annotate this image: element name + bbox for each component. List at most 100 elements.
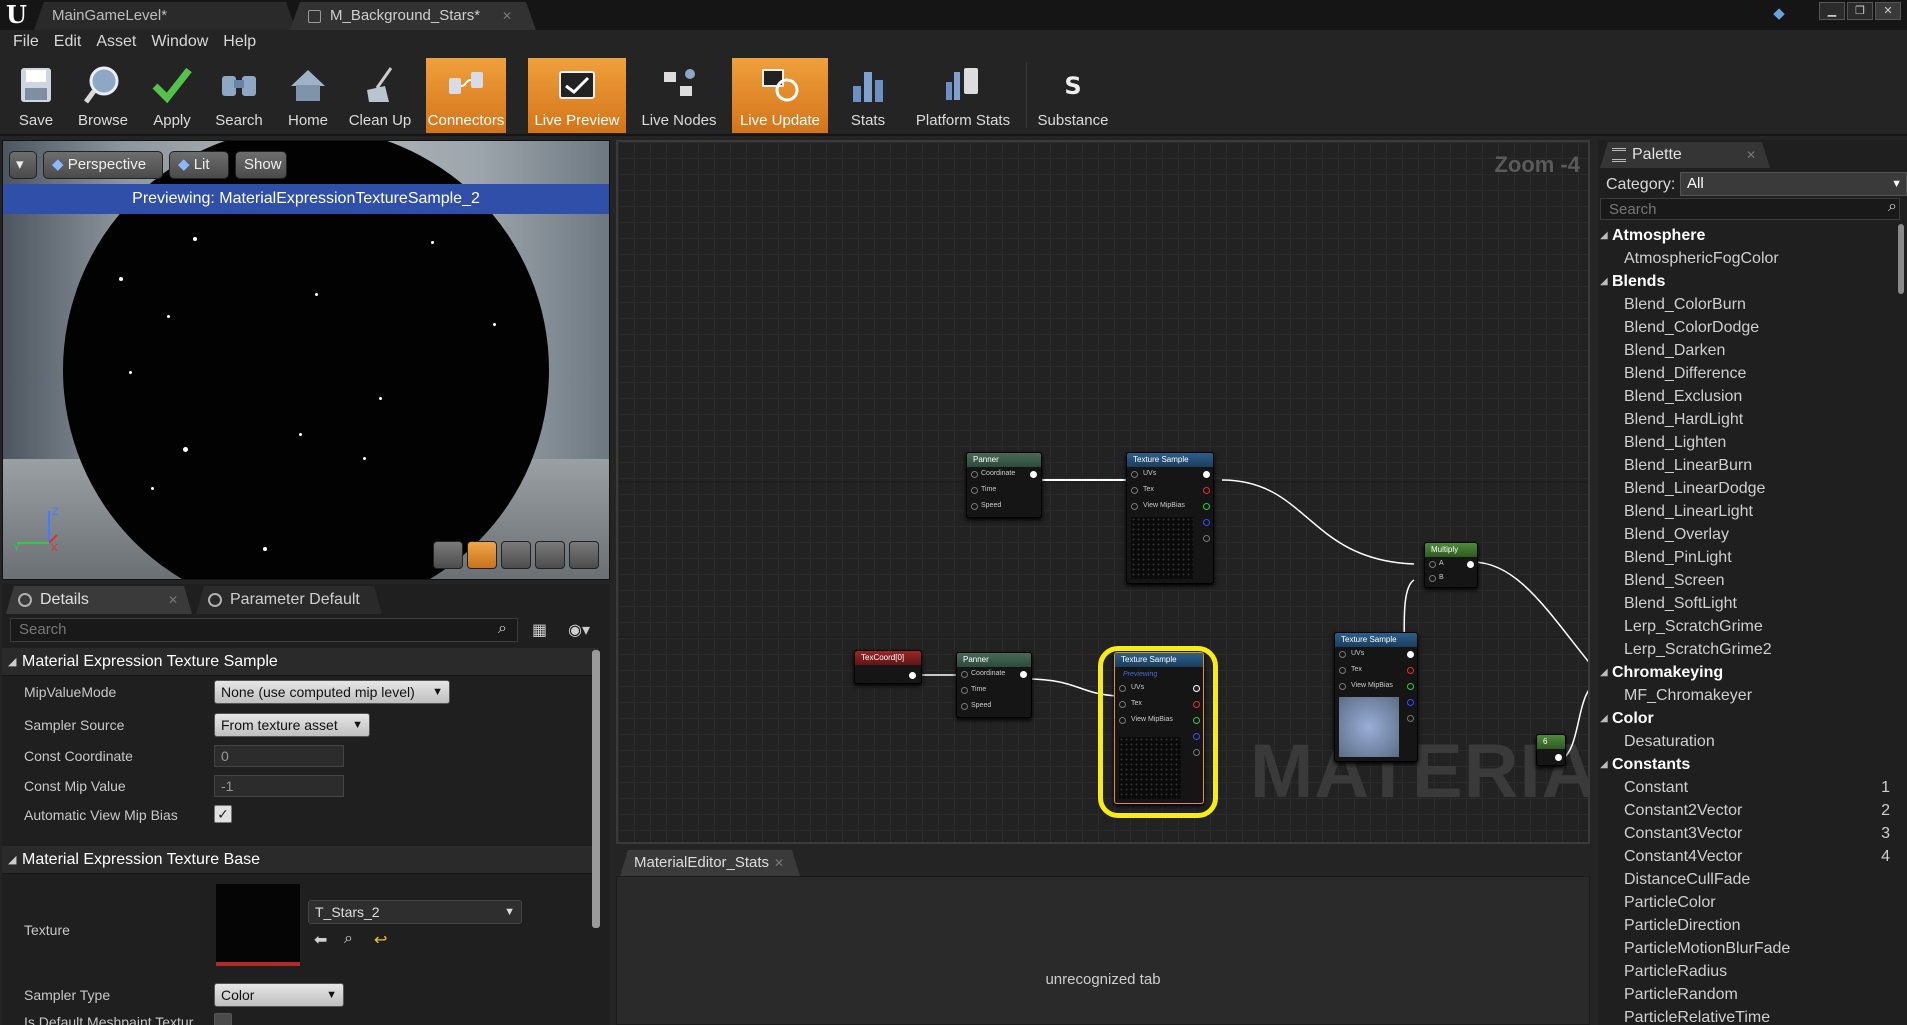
palette-item[interactable]: Desaturation — [1598, 730, 1898, 753]
view-options-grid-icon[interactable]: ▦ — [532, 620, 547, 640]
sampler-source-dropdown[interactable]: From texture asset ▼ — [214, 713, 370, 737]
close-tab-icon[interactable]: ✕ — [1746, 142, 1756, 168]
input-pin[interactable] — [971, 487, 978, 494]
menu-asset[interactable]: Asset — [89, 30, 144, 56]
section-texture-base[interactable]: ◢ Material Expression Texture Base — [2, 846, 598, 874]
palette-item[interactable]: ParticleColor — [1598, 891, 1898, 914]
use-selected-arrow-icon[interactable]: ⬅ — [314, 930, 327, 950]
feedback-icon[interactable]: ◆ — [1769, 4, 1789, 22]
unreal-logo-icon[interactable]: U — [6, 2, 30, 28]
live-preview-button[interactable]: Live Preview — [528, 58, 626, 133]
output-pin-r[interactable] — [1407, 667, 1414, 674]
palette-item[interactable]: Constant3Vector 3 — [1598, 822, 1898, 845]
viewport-options-dropdown[interactable]: ▾ — [9, 151, 37, 179]
output-pin[interactable] — [1467, 561, 1474, 568]
palette-item[interactable]: Blend_Exclusion — [1598, 385, 1898, 408]
input-pin[interactable] — [1131, 503, 1138, 510]
palette-item[interactable]: Blend_ColorDodge — [1598, 316, 1898, 339]
reset-to-default-icon[interactable]: ↩ — [374, 930, 387, 950]
constant-node[interactable]: 6 — [1536, 734, 1566, 766]
output-pin-g[interactable] — [1203, 503, 1210, 510]
texture-sample-node[interactable]: Texture Sample UVs Tex View MipBias — [1126, 452, 1214, 584]
palette-item[interactable]: Lerp_ScratchGrime — [1598, 615, 1898, 638]
tab-palette[interactable]: Palette ✕ — [1600, 142, 1770, 168]
palette-scrollbar[interactable] — [1898, 224, 1904, 294]
palette-item[interactable]: ParticleRandom — [1598, 983, 1898, 1006]
sphere-preview-icon[interactable] — [467, 541, 497, 569]
menu-file[interactable]: File — [6, 30, 47, 56]
live-nodes-button[interactable]: Live Nodes — [630, 58, 728, 133]
texcoord-node[interactable]: TexCoord[0] — [854, 650, 922, 684]
input-pin[interactable] — [971, 503, 978, 510]
search-button[interactable]: Search — [206, 58, 272, 133]
browse-search-icon[interactable]: ⌕ — [344, 930, 353, 948]
palette-item[interactable]: Blend_LinearLight — [1598, 500, 1898, 523]
input-pin[interactable] — [961, 671, 968, 678]
input-pin[interactable] — [1429, 561, 1436, 568]
const-mip-value-input[interactable]: -1 — [214, 775, 344, 797]
output-pin[interactable] — [1203, 471, 1210, 478]
default-meshpaint-checkbox[interactable] — [214, 1013, 232, 1025]
palette-item[interactable]: Blend_LinearBurn — [1598, 454, 1898, 477]
palette-item[interactable]: Blend_Screen — [1598, 569, 1898, 592]
output-pin[interactable] — [1407, 651, 1414, 658]
output-pin-a[interactable] — [1407, 715, 1414, 722]
palette-item[interactable]: Blend_Overlay — [1598, 523, 1898, 546]
palette-item[interactable]: Blend_SoftLight — [1598, 592, 1898, 615]
input-pin[interactable] — [1339, 683, 1346, 690]
input-pin[interactable] — [961, 703, 968, 710]
palette-item[interactable]: ParticleRelativeTime — [1598, 1006, 1898, 1025]
palette-item[interactable]: ParticleDirection — [1598, 914, 1898, 937]
output-pin-b[interactable] — [1407, 699, 1414, 706]
maximize-button[interactable]: ❐ — [1847, 2, 1873, 20]
tab-main-game-level[interactable]: MainGameLevel* — [34, 2, 296, 30]
plane-preview-icon[interactable] — [501, 541, 531, 569]
substance-button[interactable]: S Substance — [1030, 58, 1116, 133]
palette-item[interactable]: Blend_ColorBurn — [1598, 293, 1898, 316]
show-button[interactable]: Show — [235, 151, 287, 179]
palette-item[interactable]: Blend_Lighten — [1598, 431, 1898, 454]
palette-category[interactable]: ◢ Blends — [1598, 270, 1898, 293]
live-update-button[interactable]: Live Update — [732, 58, 828, 133]
palette-category[interactable]: ◢ Chromakeying — [1598, 661, 1898, 684]
palette-item[interactable]: ParticleMotionBlurFade — [1598, 937, 1898, 960]
material-graph-canvas[interactable]: Zoom -4 MATERIAL Panner Coordinate Time … — [616, 140, 1590, 844]
palette-category[interactable]: ◢ Color — [1598, 707, 1898, 730]
lit-button[interactable]: ◆ Lit — [169, 151, 229, 179]
menu-window[interactable]: Window — [144, 30, 216, 56]
palette-item[interactable]: DistanceCullFade — [1598, 868, 1898, 891]
palette-item[interactable]: Blend_Darken — [1598, 339, 1898, 362]
close-tab-icon[interactable]: ✕ — [502, 2, 512, 30]
teapot-preview-icon[interactable] — [569, 541, 599, 569]
palette-search-input[interactable]: Search — [1600, 198, 1900, 220]
panner-node[interactable]: Panner Coordinate Time Speed — [956, 652, 1032, 718]
palette-category[interactable]: ◢ Constants — [1598, 753, 1898, 776]
tab-details[interactable]: Details ✕ — [6, 586, 192, 614]
palette-item[interactable]: Constant 1 — [1598, 776, 1898, 799]
tab-material-editor[interactable]: M_Background_Stars* ✕ — [290, 2, 536, 30]
connectors-button[interactable]: Connectors — [426, 58, 506, 133]
cylinder-preview-icon[interactable] — [433, 541, 463, 569]
visibility-eye-icon[interactable]: ◉▾ — [568, 620, 590, 640]
palette-item[interactable]: Constant2Vector 2 — [1598, 799, 1898, 822]
palette-item[interactable]: Blend_Difference — [1598, 362, 1898, 385]
output-pin-a[interactable] — [1203, 535, 1210, 542]
output-pin[interactable] — [1555, 754, 1562, 761]
output-pin-g[interactable] — [1407, 683, 1414, 690]
output-pin-r[interactable] — [1203, 487, 1210, 494]
input-pin[interactable] — [1131, 471, 1138, 478]
palette-item[interactable]: MF_Chromakeyer — [1598, 684, 1898, 707]
output-pin[interactable] — [909, 672, 916, 679]
output-pin-b[interactable] — [1203, 519, 1210, 526]
input-pin[interactable] — [971, 471, 978, 478]
input-pin[interactable] — [1339, 651, 1346, 658]
auto-view-mip-bias-checkbox[interactable]: ✓ — [214, 805, 232, 823]
palette-item[interactable]: ParticleRadius — [1598, 960, 1898, 983]
output-pin[interactable] — [1020, 671, 1027, 678]
category-dropdown[interactable]: All ▼ — [1680, 172, 1907, 196]
palette-item[interactable]: Constant4Vector 4 — [1598, 845, 1898, 868]
menu-edit[interactable]: Edit — [47, 30, 90, 56]
home-button[interactable]: Home — [276, 58, 340, 133]
close-tab-icon[interactable]: ✕ — [168, 586, 178, 614]
cube-preview-icon[interactable] — [535, 541, 565, 569]
